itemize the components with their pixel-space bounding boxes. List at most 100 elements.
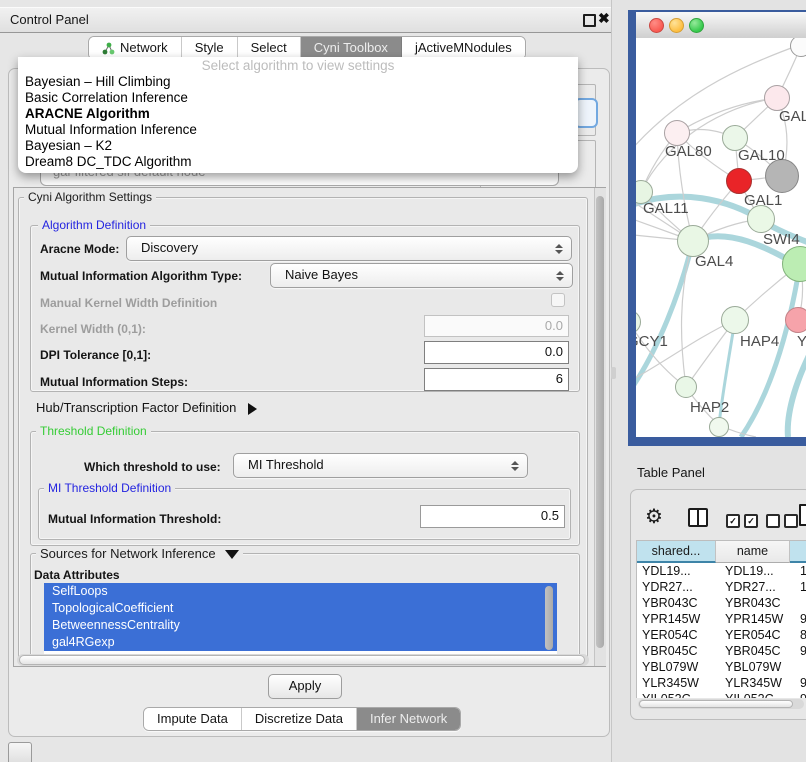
table-cell: YDL19... xyxy=(720,563,798,579)
network-node-label: GCY1 xyxy=(636,333,668,350)
tab-network[interactable]: Network xyxy=(89,37,182,59)
network-canvas[interactable]: GALGAL80GAL10GAL1GAL11SWI4GAL4GCY1HAP4YH… xyxy=(636,38,806,437)
manual-kernel-width-label: Manual Kernel Width Definition xyxy=(40,296,217,310)
network-node[interactable] xyxy=(721,306,749,334)
column-header-name[interactable]: name xyxy=(716,541,790,563)
data-attributes-list[interactable]: SelfLoopsTopologicalCoefficientBetweenne… xyxy=(44,583,557,654)
network-node[interactable] xyxy=(675,376,697,398)
float-window-icon[interactable] xyxy=(583,14,596,27)
column-header-partial[interactable] xyxy=(790,541,806,563)
mac-zoom-icon[interactable] xyxy=(689,18,704,33)
panel-divider-grip[interactable] xyxy=(611,367,616,379)
apply-button[interactable]: Apply xyxy=(268,674,342,699)
table-cell: YBL079W xyxy=(637,659,720,675)
mac-minimize-icon[interactable] xyxy=(669,18,684,33)
algorithm-dropdown-prompt: Select algorithm to view settings xyxy=(18,57,578,74)
select-columns-icon[interactable]: ✓✓ xyxy=(726,512,758,528)
network-node-label: GAL11 xyxy=(643,200,689,217)
tab-select[interactable]: Select xyxy=(238,37,301,59)
close-icon[interactable]: ✖ xyxy=(598,10,610,27)
tab-impute-data[interactable]: Impute Data xyxy=(144,708,242,730)
dropdown-item-bayesian-hill-climbing[interactable]: Bayesian – Hill Climbing xyxy=(18,74,578,90)
kernel-width-value: 0.0 xyxy=(545,318,563,333)
network-node[interactable] xyxy=(785,307,806,333)
table-row[interactable]: YBR045CYBR045C9. xyxy=(637,643,806,659)
cyni-mode-tabs: Impute DataDiscretize DataInfer Network xyxy=(143,707,461,731)
dpi-tolerance-label: DPI Tolerance [0,1]: xyxy=(40,348,151,362)
dropdown-item-aracne-algorithm[interactable]: ARACNE Algorithm xyxy=(18,106,578,122)
network-node-label: HAP4 xyxy=(740,333,779,350)
attribute-item[interactable]: SelfLoops xyxy=(44,583,557,600)
table-cell: YBL079W xyxy=(720,659,798,675)
table-cell: YPR145W xyxy=(720,611,798,627)
table-row[interactable]: YBR043CYBR043C xyxy=(637,595,806,611)
settings-vscrollbar-thumb[interactable] xyxy=(596,196,604,648)
split-table-icon[interactable] xyxy=(688,508,708,527)
table-hscrollbar-thumb[interactable] xyxy=(639,700,793,708)
tab-jactivemnodules[interactable]: jActiveMNodules xyxy=(402,37,525,59)
table-row[interactable]: YLR345WYLR345W9. xyxy=(637,675,806,691)
tab-discretize-data[interactable]: Discretize Data xyxy=(242,708,357,730)
dpi-tolerance-field[interactable]: 0.0 xyxy=(424,341,569,364)
attribute-item[interactable]: BetweennessCentrality xyxy=(44,617,557,634)
table-cell xyxy=(798,659,806,675)
mi-steps-field[interactable]: 6 xyxy=(424,368,569,391)
table-cell: YLR345W xyxy=(720,675,798,691)
manual-kernel-width-checkbox[interactable] xyxy=(551,293,565,307)
network-node-label: GAL4 xyxy=(695,253,733,270)
expanded-arrow-icon xyxy=(225,550,239,559)
mi-algorithm-type-combo[interactable]: Naive Bayes xyxy=(270,263,573,288)
settings-hscrollbar-thumb[interactable] xyxy=(19,655,585,665)
table-row[interactable]: YDR27...YDR27...12 xyxy=(637,579,806,595)
sources-toggle[interactable]: Sources for Network Inference xyxy=(36,546,243,561)
table-row[interactable]: YER054CYER054C8. xyxy=(637,627,806,643)
kernel-width-label: Kernel Width (0,1): xyxy=(40,322,146,336)
table-cell: YBR043C xyxy=(637,595,720,611)
table-row[interactable]: YBL079WYBL079W xyxy=(637,659,806,675)
mi-threshold-field[interactable]: 0.5 xyxy=(420,505,565,528)
attribute-item[interactable]: gal4RGexp xyxy=(44,634,557,651)
aracne-mode-value: Discovery xyxy=(141,240,198,255)
dropdown-item-mutual-information-inference[interactable]: Mutual Information Inference xyxy=(18,122,578,138)
dropdown-item-basic-correlation-inference[interactable]: Basic Correlation Inference xyxy=(18,90,578,106)
deselect-columns-icon[interactable] xyxy=(766,512,798,528)
network-node[interactable] xyxy=(765,159,799,193)
table-cell: YDR27... xyxy=(637,579,720,595)
settings-hscrollbar-track[interactable] xyxy=(17,654,589,666)
table-cell: YBR043C xyxy=(720,595,798,611)
aracne-mode-combo[interactable]: Discovery xyxy=(126,236,572,261)
table-cell: YBR045C xyxy=(637,643,720,659)
table-cell: 9. xyxy=(798,675,806,691)
mi-threshold-definition-title: MI Threshold Definition xyxy=(44,481,175,495)
mac-close-icon[interactable] xyxy=(649,18,664,33)
tab-style[interactable]: Style xyxy=(182,37,238,59)
document-icon[interactable] xyxy=(799,504,806,526)
network-window-titlebar[interactable] xyxy=(636,12,806,39)
attribute-item[interactable]: TopologicalCoefficient xyxy=(44,600,557,617)
network-node[interactable] xyxy=(726,168,752,194)
chevron-updown-icon xyxy=(555,237,563,260)
tab-cyni-toolbox[interactable]: Cyni Toolbox xyxy=(301,37,402,59)
network-node[interactable] xyxy=(747,205,775,233)
column-header-shared-name[interactable]: shared... xyxy=(637,541,716,563)
which-threshold-combo[interactable]: MI Threshold xyxy=(233,453,528,478)
dropdown-item-bayesian-k2[interactable]: Bayesian – K2 xyxy=(18,138,578,154)
settings-vscrollbar-track[interactable] xyxy=(594,188,606,666)
table-row[interactable]: YPR145WYPR145W9. xyxy=(637,611,806,627)
dropdown-item-dream8-dc-tdc-algorithm[interactable]: Dream8 DC_TDC Algorithm xyxy=(18,154,578,170)
table-cell: YLR345W xyxy=(637,675,720,691)
table-panel-title: Table Panel xyxy=(637,465,705,480)
table-row[interactable]: YDL19...YDL19...13 xyxy=(637,563,806,579)
network-node[interactable] xyxy=(709,417,729,437)
network-node-label: GAL1 xyxy=(744,192,782,209)
table-hscrollbar-track[interactable] xyxy=(638,699,804,709)
table-row[interactable]: YIL052CYIL052C9 xyxy=(637,691,806,698)
tab-infer-network[interactable]: Infer Network xyxy=(357,708,460,730)
floating-panel-icon[interactable] xyxy=(8,742,32,762)
settings-gear-icon[interactable]: ⚙ xyxy=(645,504,663,529)
kernel-width-field[interactable]: 0.0 xyxy=(424,315,569,337)
which-threshold-label: Which threshold to use: xyxy=(84,460,221,474)
mi-algorithm-type-value: Naive Bayes xyxy=(285,267,358,282)
list-scrollbar-thumb[interactable] xyxy=(545,586,553,650)
hub-section-toggle[interactable]: Hub/Transcription Factor Definition xyxy=(36,400,257,415)
